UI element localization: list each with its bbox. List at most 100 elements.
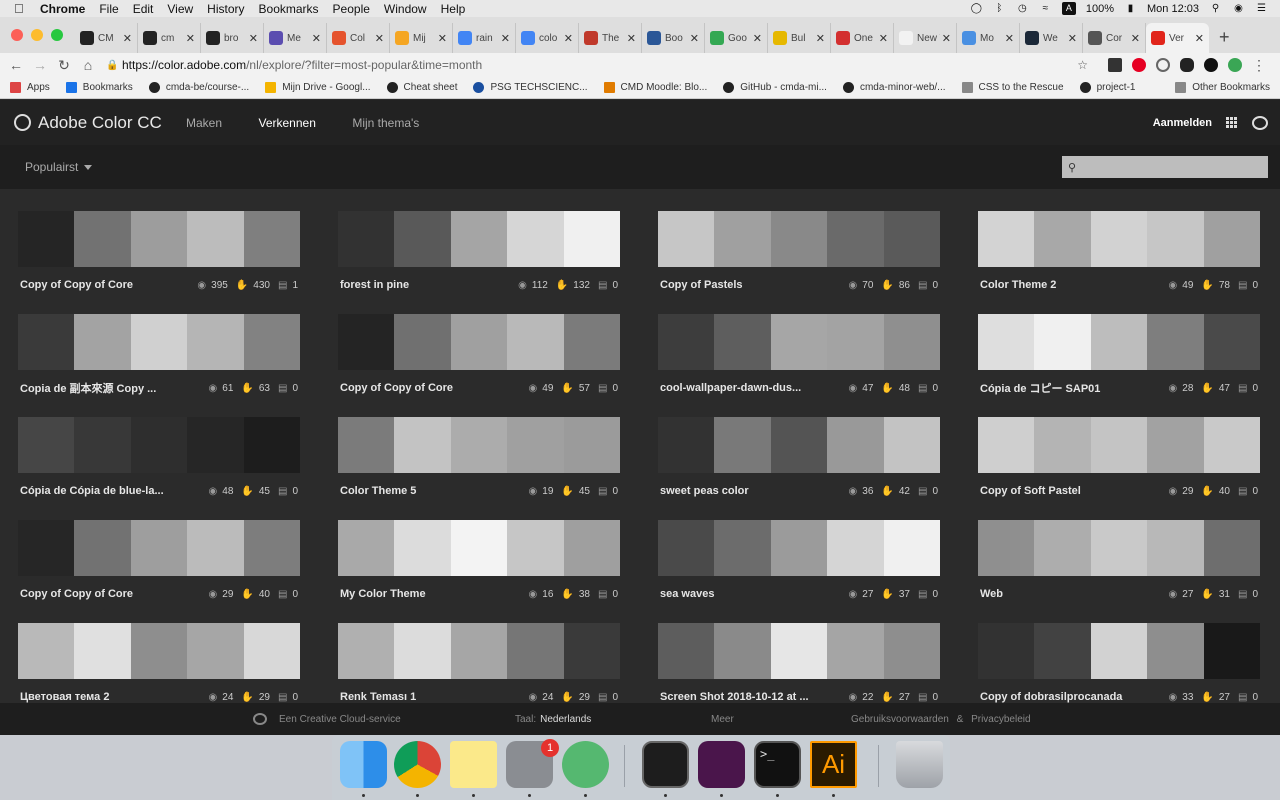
theme-swatches[interactable]: [978, 417, 1261, 473]
comments-stat[interactable]: ▤ 0: [278, 589, 298, 600]
theme-card[interactable]: Screen Shot 2018-10-12 at ... ◉ 22 ✋ 27 ▤ 0: [658, 623, 941, 703]
theme-swatches[interactable]: [658, 314, 941, 370]
browser-tab[interactable]: Col ✕: [327, 23, 390, 53]
lock-icon[interactable]: 🔒: [106, 60, 122, 71]
theme-swatches[interactable]: [338, 520, 621, 576]
login-link[interactable]: Aanmelden: [1153, 117, 1212, 129]
browser-tab[interactable]: rain ✕: [453, 23, 516, 53]
bluetooth-icon[interactable]: ᛒ: [993, 3, 1006, 14]
likes-stat[interactable]: ✋ 27: [881, 692, 910, 703]
close-tab-icon[interactable]: ✕: [501, 32, 510, 45]
wifi-icon[interactable]: ≈: [1039, 3, 1052, 14]
theme-card[interactable]: Copy of Copy of Core ◉ 395 ✋ 430 ▤ 1: [18, 211, 301, 292]
home-icon[interactable]: ⌂: [76, 57, 100, 73]
menu-bookmarks[interactable]: Bookmarks: [259, 2, 319, 16]
browser-tab[interactable]: One ✕: [831, 23, 894, 53]
theme-name[interactable]: Copy of Copy of Core: [20, 588, 201, 600]
theme-swatches[interactable]: [978, 211, 1261, 267]
likes-stat[interactable]: ✋ 132: [556, 280, 590, 291]
close-tab-icon[interactable]: ✕: [375, 32, 384, 45]
battery-icon[interactable]: ▮: [1124, 3, 1137, 14]
theme-card[interactable]: Copy of Soft Pastel ◉ 29 ✋ 40 ▤ 0: [978, 417, 1261, 498]
theme-card[interactable]: Renk Teması 1 ◉ 24 ✋ 29 ▤ 0: [338, 623, 621, 703]
bookmark-cheat-sheet[interactable]: Cheat sheet: [386, 82, 457, 93]
browser-tab[interactable]: bro ✕: [201, 23, 264, 53]
close-tab-icon[interactable]: ✕: [753, 32, 762, 45]
creative-cloud-status-icon[interactable]: ◯: [970, 3, 983, 14]
browser-tab[interactable]: New Tab✕: [894, 23, 957, 53]
theme-card[interactable]: Copy of dobrasilprocanada ◉ 33 ✋ 27 ▤ 0: [978, 623, 1261, 703]
close-tab-icon[interactable]: ✕: [942, 32, 951, 45]
theme-card[interactable]: Copy of Copy of Core ◉ 29 ✋ 40 ▤ 0: [18, 520, 301, 601]
notification-center-icon[interactable]: ☰: [1255, 3, 1268, 14]
likes-stat[interactable]: ✋ 45: [241, 486, 270, 497]
extension-icon-6[interactable]: [1228, 58, 1242, 72]
theme-card[interactable]: Copy of Pastels ◉ 70 ✋ 86 ▤ 0: [658, 211, 941, 292]
address-bar[interactable]: 🔒 https://color.adobe.com/nl/explore/?fi…: [106, 54, 1094, 76]
language-selector[interactable]: Taal: Nederlands: [515, 714, 591, 725]
bookmark-apps[interactable]: Apps: [10, 82, 50, 93]
terminal-icon[interactable]: >_: [754, 741, 801, 788]
likes-stat[interactable]: ✋ 45: [561, 486, 590, 497]
theme-swatches[interactable]: [18, 314, 301, 370]
comments-stat[interactable]: ▤ 0: [598, 486, 618, 497]
cc-service-link[interactable]: Een Creative Cloud-service: [253, 713, 401, 725]
theme-card[interactable]: sweet peas color ◉ 36 ✋ 42 ▤ 0: [658, 417, 941, 498]
browser-tab[interactable]: Cor ✕: [1083, 23, 1146, 53]
comments-stat[interactable]: ▤ 1: [278, 280, 298, 291]
comments-stat[interactable]: ▤ 0: [918, 383, 938, 394]
illustrator-icon[interactable]: Ai: [810, 741, 857, 788]
browser-tab[interactable]: The ✕: [579, 23, 642, 53]
comments-stat[interactable]: ▤ 0: [1238, 280, 1258, 291]
theme-card[interactable]: sea waves ◉ 27 ✋ 37 ▤ 0: [658, 520, 941, 601]
theme-name[interactable]: My Color Theme: [340, 588, 521, 600]
theme-name[interactable]: Цветовая тема 2: [20, 691, 201, 703]
spotlight-icon[interactable]: ⚲: [1209, 3, 1222, 14]
theme-name[interactable]: cool-wallpaper-dawn-dus...: [660, 382, 841, 394]
theme-swatches[interactable]: [978, 314, 1261, 370]
theme-card[interactable]: Web ◉ 27 ✋ 31 ▤ 0: [978, 520, 1261, 601]
close-tab-icon[interactable]: ✕: [249, 32, 258, 45]
likes-stat[interactable]: ✋ 47: [1201, 383, 1230, 394]
comments-stat[interactable]: ▤ 0: [918, 692, 938, 703]
theme-name[interactable]: Web: [980, 588, 1161, 600]
likes-stat[interactable]: ✋ 37: [881, 589, 910, 600]
comments-stat[interactable]: ▤ 0: [918, 486, 938, 497]
likes-stat[interactable]: ✋ 38: [561, 589, 590, 600]
zoom-window-button[interactable]: [51, 29, 63, 41]
comments-stat[interactable]: ▤ 0: [1238, 383, 1258, 394]
likes-stat[interactable]: ✋ 78: [1201, 280, 1230, 291]
apple-menu-icon[interactable]: : [14, 1, 28, 16]
theme-swatches[interactable]: [658, 520, 941, 576]
comments-stat[interactable]: ▤ 0: [1238, 589, 1258, 600]
theme-card[interactable]: Copia de 副本來源 Copy ... ◉ 61 ✋ 63 ▤ 0: [18, 314, 301, 395]
theme-name[interactable]: Cópia de Cópia de blue-la...: [20, 485, 201, 497]
theme-name[interactable]: Copy of Copy of Core: [20, 279, 189, 291]
close-tab-icon[interactable]: ✕: [186, 32, 195, 45]
theme-card[interactable]: cool-wallpaper-dawn-dus... ◉ 47 ✋ 48 ▤ 0: [658, 314, 941, 395]
comments-stat[interactable]: ▤ 0: [1238, 692, 1258, 703]
likes-stat[interactable]: ✋ 86: [881, 280, 910, 291]
theme-name[interactable]: Copy of Copy of Core: [340, 382, 521, 394]
nav-mijn-themas[interactable]: Mijn thema's: [352, 116, 419, 130]
likes-stat[interactable]: ✋ 31: [1201, 589, 1230, 600]
extension-icon-1[interactable]: [1108, 58, 1122, 72]
comments-stat[interactable]: ▤ 0: [1238, 486, 1258, 497]
browser-tab[interactable]: colo ✕: [516, 23, 579, 53]
theme-name[interactable]: forest in pine: [340, 279, 510, 291]
theme-name[interactable]: sea waves: [660, 588, 841, 600]
theme-card[interactable]: Color Theme 5 ◉ 19 ✋ 45 ▤ 0: [338, 417, 621, 498]
likes-stat[interactable]: ✋ 27: [1201, 692, 1230, 703]
notes-icon[interactable]: [450, 741, 497, 788]
theme-swatches[interactable]: [658, 211, 941, 267]
apps-grid-icon[interactable]: [1226, 116, 1238, 129]
close-tab-icon[interactable]: ✕: [1005, 32, 1014, 45]
chrome-menu-icon[interactable]: ⋮: [1252, 57, 1266, 74]
close-tab-icon[interactable]: ✕: [1068, 32, 1077, 45]
likes-stat[interactable]: ✋ 430: [236, 280, 270, 291]
slack-icon[interactable]: [698, 741, 745, 788]
menu-view[interactable]: View: [167, 2, 193, 16]
theme-swatches[interactable]: [18, 417, 301, 473]
theme-swatches[interactable]: [338, 623, 621, 679]
creative-cloud-icon[interactable]: [1252, 115, 1268, 130]
